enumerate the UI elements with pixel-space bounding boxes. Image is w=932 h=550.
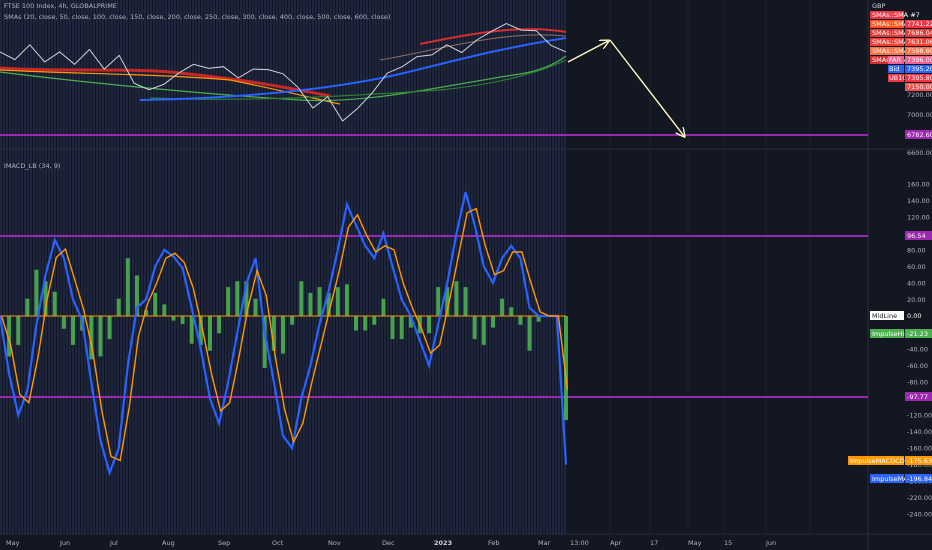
macd-tick: -160.00 [907, 445, 932, 453]
macd-tick: 80.00 [907, 246, 926, 254]
macd-tick: -220.00 [907, 494, 932, 502]
time-axis-label: May [688, 539, 702, 547]
time-axis-label: Feb [488, 539, 500, 547]
time-axis-label: Mar [538, 539, 551, 547]
time-axis-label: Sep [218, 539, 230, 547]
time-axis-label: 17 [650, 539, 658, 547]
svg-text:-97.77: -97.77 [907, 393, 928, 401]
macd-tick: -140.00 [907, 428, 932, 436]
indicator-value: -196.84 [907, 475, 932, 483]
time-axis-label: 15 [724, 539, 732, 547]
macd-tick: 40.00 [907, 280, 926, 288]
time-axis-label: Jun [59, 539, 70, 547]
price-value-text: 7395.20 [907, 65, 932, 73]
indicator-value: -21.23 [907, 330, 928, 338]
sma-legend: SMAs (20, close, 50, close, 100, close, … [4, 13, 390, 21]
time-axis-label: Jun [765, 539, 776, 547]
midline-badge: MidLine 0.00 [870, 311, 932, 320]
macd-tick: 140.00 [907, 197, 930, 205]
macd-tick: 120.00 [907, 213, 930, 221]
macd-tick: 20.00 [907, 296, 926, 304]
macd-tick: 160.00 [907, 180, 930, 188]
time-axis-label: Apr [610, 539, 622, 547]
svg-text:MidLine: MidLine [872, 312, 897, 320]
price-axis-badges: GBPSMAs::SMA #7SMAs::SMA #7SMAs::SMA #6S… [870, 2, 932, 91]
time-axis-label: Oct [272, 539, 284, 547]
macd-tick: -240.00 [907, 511, 932, 519]
macd-tick: 60.00 [907, 263, 926, 271]
price-value-text: 7598.60 [907, 47, 932, 55]
price-value-text: 7395.80 [907, 74, 932, 82]
price-badge-label-text: Bid [889, 65, 899, 73]
price-axis-ticks: 7200.00 7000.00 6600.00 [907, 91, 932, 157]
price-tick: 7000.00 [907, 111, 932, 119]
time-axis-label: May [6, 539, 20, 547]
svg-text:0.00: 0.00 [907, 312, 921, 320]
indicator-value: -175.63 [907, 457, 932, 465]
price-level-badge: 6782.60 [905, 130, 932, 139]
price-value-text: 7150.00 [907, 83, 932, 91]
time-axis: May Jun Jul Aug Sep Oct Nov Dec 2023 Feb Mar 13:00 A… [6, 539, 776, 547]
macd-tick: -80.00 [907, 379, 928, 387]
chart-title: FTSE 100 Index, 4h, GLOBALPRIME [4, 2, 117, 10]
macd-tick: -40.00 [907, 346, 928, 354]
time-axis-label: Aug [162, 539, 175, 547]
price-value-text: 7396.00 [907, 56, 932, 64]
svg-text:96.54: 96.54 [907, 232, 926, 240]
price-tick: 6600.00 [907, 149, 932, 157]
time-axis-label: Dec [382, 539, 395, 547]
time-axis-label: 2023 [434, 539, 452, 547]
price-value-text: 7741.22 [907, 20, 932, 28]
price-value-text: 7631.06 [907, 38, 932, 46]
macd-title: IMACD_LB (34, 9) [4, 162, 60, 170]
macd-upper-badge: 96.54 [905, 231, 932, 240]
price-tick: 7200.00 [907, 91, 932, 99]
svg-text:6782.60: 6782.60 [907, 131, 932, 139]
time-axis-label: 13:00 [570, 539, 589, 547]
macd-tick: -60.00 [907, 362, 928, 370]
price-value-text: 7686.04 [907, 29, 932, 37]
price-badge-label-text: GBP [872, 2, 885, 10]
macd-tick: -120.00 [907, 412, 932, 420]
time-axis-label: Jul [109, 539, 118, 547]
price-badge-label-text: FAR [889, 56, 902, 64]
chart-canvas[interactable]: FTSE 100 Index, 4h, GLOBALPRIME SMAs (20… [0, 0, 932, 550]
macd-lower-badge: -97.77 [905, 392, 932, 401]
time-axis-label: Nov [328, 539, 341, 547]
price-badge-label-text: SMAs::SMA #7 [872, 11, 920, 19]
